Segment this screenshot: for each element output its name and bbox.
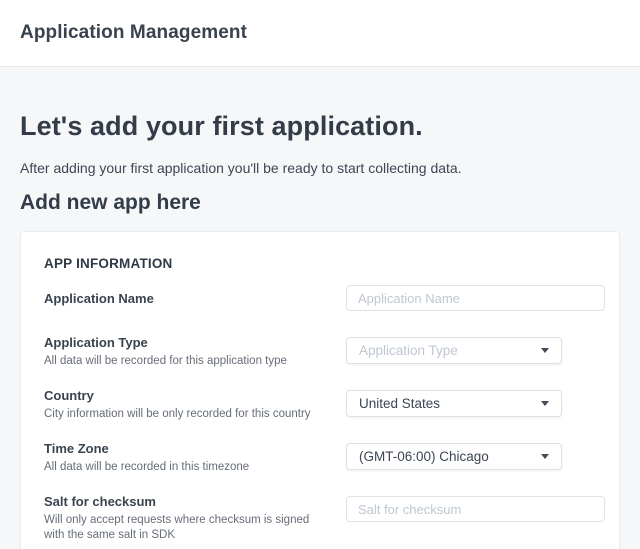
- application-type-help: All data will be recorded for this appli…: [44, 354, 326, 369]
- form-row-time-zone: Time Zone All data will be recorded in t…: [44, 441, 605, 475]
- form-row-application-type: Application Type All data will be record…: [44, 335, 605, 369]
- time-zone-select[interactable]: (GMT-06:00) Chicago: [346, 443, 562, 470]
- app-information-card: APP INFORMATION Application Name Applica…: [20, 231, 620, 549]
- form-row-application-name: Application Name: [44, 285, 605, 311]
- salt-help: Will only accept requests where checksum…: [44, 513, 326, 543]
- card-section-label: APP INFORMATION: [44, 256, 605, 271]
- form-row-salt-for-checksum: Salt for checksum Will only accept reque…: [44, 494, 605, 543]
- chevron-down-icon: [541, 401, 549, 406]
- country-select[interactable]: United States: [346, 390, 562, 417]
- country-help: City information will be only recorded f…: [44, 407, 326, 422]
- country-label: Country: [44, 388, 326, 403]
- hero-title: Let's add your first application.: [20, 109, 620, 143]
- salt-label: Salt for checksum: [44, 494, 326, 509]
- field-control-col: [346, 494, 605, 543]
- hero-subtitle: After adding your first application you'…: [20, 158, 620, 178]
- field-control-col: Application Type: [346, 335, 605, 369]
- application-type-select[interactable]: Application Type: [346, 337, 562, 364]
- time-zone-help: All data will be recorded in this timezo…: [44, 460, 326, 475]
- field-control-col: (GMT-06:00) Chicago: [346, 441, 605, 475]
- page-header: Application Management: [0, 0, 640, 67]
- country-select-value: United States: [359, 396, 440, 411]
- chevron-down-icon: [541, 454, 549, 459]
- application-type-select-value: Application Type: [359, 343, 458, 358]
- chevron-down-icon: [541, 348, 549, 353]
- field-label-col: Application Name: [44, 291, 346, 306]
- application-type-label: Application Type: [44, 335, 326, 350]
- application-name-input[interactable]: [346, 285, 605, 311]
- field-control-col: United States: [346, 388, 605, 422]
- time-zone-select-value: (GMT-06:00) Chicago: [359, 449, 489, 464]
- field-label-col: Salt for checksum Will only accept reque…: [44, 494, 346, 543]
- field-control-col: [346, 285, 605, 311]
- field-label-col: Application Type All data will be record…: [44, 335, 346, 369]
- add-new-app-heading: Add new app here: [20, 190, 620, 216]
- field-label-col: Time Zone All data will be recorded in t…: [44, 441, 346, 475]
- salt-for-checksum-input[interactable]: [346, 496, 605, 522]
- content-area: Let's add your first application. After …: [0, 109, 640, 549]
- page-title: Application Management: [20, 22, 247, 44]
- time-zone-label: Time Zone: [44, 441, 326, 456]
- field-label-col: Country City information will be only re…: [44, 388, 346, 422]
- form-row-country: Country City information will be only re…: [44, 388, 605, 422]
- application-name-label: Application Name: [44, 291, 326, 306]
